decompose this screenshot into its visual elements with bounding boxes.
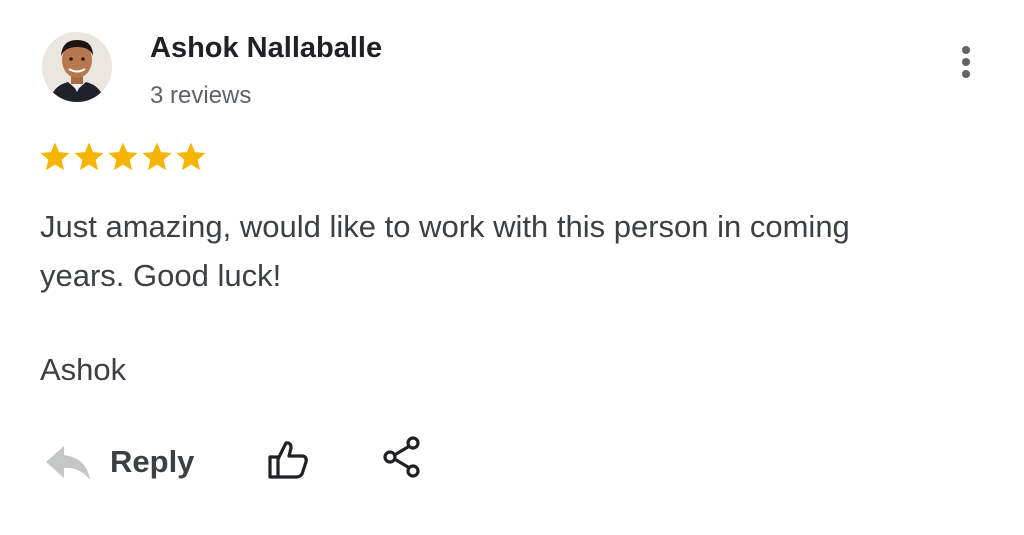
- menu-dot: [962, 46, 970, 54]
- reply-button[interactable]: Reply: [44, 440, 194, 484]
- menu-dot: [962, 58, 970, 66]
- reviewer-name[interactable]: Ashok Nallaballe: [150, 32, 382, 65]
- star-icon: [142, 142, 172, 171]
- like-button[interactable]: [265, 438, 311, 484]
- star-icon: [108, 142, 138, 171]
- thumbs-up-icon: [268, 441, 308, 479]
- review-count: 3 reviews: [150, 82, 252, 109]
- menu-dot: [962, 70, 970, 78]
- avatar[interactable]: [42, 32, 112, 102]
- share-button[interactable]: [380, 434, 424, 480]
- star-icon: [40, 142, 70, 171]
- profile-photo-icon: [42, 32, 112, 102]
- reply-label: Reply: [110, 444, 195, 479]
- star-rating: [38, 140, 208, 174]
- reply-arrow-icon: [46, 446, 90, 480]
- review-card: Ashok Nallaballe 3 reviews Just amazing,…: [0, 0, 1024, 535]
- share-icon: [383, 436, 420, 478]
- star-icon: [74, 142, 104, 171]
- star-icon: [176, 142, 206, 171]
- more-options-icon[interactable]: [950, 40, 982, 84]
- review-text: Just amazing, would like to work with th…: [40, 209, 850, 293]
- review-signoff: Ashok: [40, 352, 127, 387]
